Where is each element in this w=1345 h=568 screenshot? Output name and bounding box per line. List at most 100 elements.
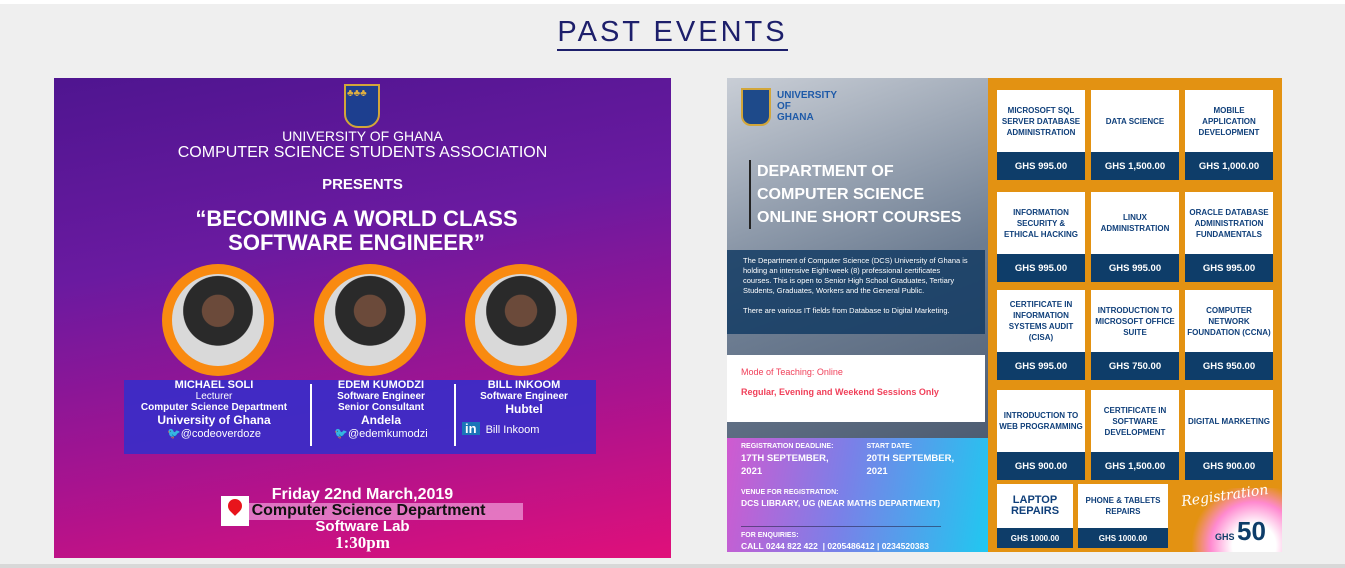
course-name: CERTIFICATE IN INFORMATION SYSTEMS AUDIT… — [1008, 300, 1074, 342]
twitter-icon: 🐦 — [334, 428, 349, 440]
course-price: GHS 1,000.00 — [1185, 152, 1273, 180]
course-price: GHS 995.00 — [997, 352, 1085, 380]
venue-label: VENUE FOR REGISTRATION: — [741, 489, 839, 496]
course-heading: DEPARTMENT OF COMPUTER SCIENCE ONLINE SH… — [749, 160, 961, 229]
course-name: DIGITAL MARKETING — [1188, 416, 1270, 426]
handle-text: @codeoverdoze — [180, 428, 261, 440]
speaker-role: Lecturer — [195, 391, 233, 402]
ug-crest-logo — [344, 84, 380, 128]
course-name: COMPUTER NETWORK FOUNDATION (CCNA) — [1187, 305, 1271, 337]
course-card: MICROSOFT SQL SERVER DATABASE ADMINISTRA… — [997, 90, 1085, 180]
start-label: START DATE: — [866, 443, 913, 450]
speaker-1: MICHAEL SOLI Lecturer Computer Science D… — [136, 380, 292, 440]
speaker-2: EDEM KUMODZI Software Engineer Senior Co… — [306, 380, 456, 440]
heading-line: DEPARTMENT OF — [757, 163, 894, 180]
speaker-photo-1 — [162, 264, 274, 376]
registration-fee-badge: Registration GHS 50 — [1180, 482, 1282, 552]
registration-info: REGISTRATION DEADLINE: 17TH SEPTEMBER, 20… — [727, 438, 988, 552]
description-box: The Department of Computer Science (DCS)… — [727, 250, 985, 334]
linkedin-handle: in Bill Inkoom — [454, 422, 594, 436]
event-poster-world-class-engineer[interactable]: UNIVERSITY OF GHANA COMPUTER SCIENCE STU… — [54, 78, 671, 558]
org-line-1: UNIVERSITY OF GHANA — [282, 128, 443, 144]
speaker-3: BILL INKOOM Software Engineer Hubtel in B… — [454, 380, 594, 436]
course-name: INTRODUCTION TO WEB PROGRAMMING — [999, 411, 1083, 431]
event-poster-online-short-courses[interactable]: UNIVERSITY OF GHANA DEPARTMENT OF COMPUT… — [727, 78, 1282, 552]
twitter-handle: 🐦@codeoverdoze — [136, 429, 292, 440]
org-line-2: COMPUTER SCIENCE STUDENTS ASSOCIATION — [177, 144, 548, 161]
course-name: MICROSOFT SQL SERVER DATABASE ADMINISTRA… — [1001, 105, 1081, 137]
handle-text: @edemkumodzi — [348, 428, 428, 440]
course-name: PHONE & TABLETS REPAIRS — [1085, 496, 1161, 516]
page-title-text: PAST EVENTS — [557, 16, 788, 51]
speaker-dept: Computer Science Department — [140, 402, 288, 413]
university-name: UNIVERSITY OF GHANA — [777, 90, 837, 123]
course-price: GHS 1,500.00 — [1091, 152, 1179, 180]
course-name: DATA SCIENCE — [1105, 116, 1165, 126]
course-card: PHONE & TABLETS REPAIRS GHS 1000.00 — [1078, 484, 1168, 548]
bottom-border — [0, 564, 1345, 568]
top-border — [0, 0, 1345, 4]
venue-value: DCS LIBRARY, UG (NEAR MATHS DEPARTMENT) — [741, 498, 941, 508]
speaker-role-2: Senior Consultant — [337, 402, 425, 413]
course-name: CERTIFICATE IN SOFTWARE DEVELOPMENT — [1103, 405, 1167, 437]
course-card: LINUX ADMINISTRATION GHS 995.00 — [1091, 192, 1179, 282]
course-card: DATA SCIENCE GHS 1,500.00 — [1091, 90, 1179, 180]
course-name: LAPTOP REPAIRS — [1010, 494, 1060, 517]
course-card: INTRODUCTION TO MICROSOFT OFFICE SUITE GH… — [1091, 290, 1179, 380]
speaker-org: Andela — [360, 413, 401, 427]
course-name: MOBILE APPLICATION DEVELOPMENT — [1198, 105, 1260, 137]
course-card: LAPTOP REPAIRS GHS 1000.00 — [997, 484, 1073, 548]
description-text: The Department of Computer Science (DCS)… — [743, 256, 968, 295]
ug-crest-logo — [741, 88, 771, 126]
course-name: INFORMATION SECURITY & ETHICAL HACKING — [1003, 207, 1079, 239]
course-price: GHS 1,500.00 — [1091, 452, 1179, 480]
speaker-name: EDEM KUMODZI — [337, 379, 425, 391]
teaching-mode-box: Mode of Teaching: Online Regular, Evenin… — [727, 355, 985, 422]
speaker-photo-3 — [465, 264, 577, 376]
fee-amount: 50 — [1237, 516, 1266, 546]
teaching-mode: Mode of Teaching: Online — [741, 367, 843, 377]
handle-text: Bill Inkoom — [485, 424, 540, 436]
course-price: GHS 995.00 — [997, 254, 1085, 282]
course-name: INTRODUCTION TO MICROSOFT OFFICE SUITE — [1095, 305, 1175, 337]
course-price: GHS 995.00 — [997, 152, 1085, 180]
course-grid: MICROSOFT SQL SERVER DATABASE ADMINISTRA… — [997, 78, 1282, 552]
course-card: DIGITAL MARKETING GHS 900.00 — [1185, 390, 1273, 480]
heading-line: ONLINE SHORT COURSES — [757, 209, 962, 226]
fee-currency: GHS — [1215, 532, 1235, 542]
course-card: MOBILE APPLICATION DEVELOPMENT GHS 1,000.… — [1185, 90, 1273, 180]
presents-label: PRESENTS — [322, 176, 403, 193]
sessions-text: Regular, Evening and Weekend Sessions On… — [741, 387, 939, 397]
speaker-role: Software Engineer — [337, 391, 425, 402]
speaker-org: Hubtel — [505, 402, 543, 416]
event-title-line-1: “BECOMING A WORLD CLASS — [195, 206, 518, 231]
course-card: CERTIFICATE IN SOFTWARE DEVELOPMENT GHS 1… — [1091, 390, 1179, 480]
course-price: GHS 950.00 — [1185, 352, 1273, 380]
course-card: ORACLE DATABASE ADMINISTRATION FUNDAMENT… — [1185, 192, 1273, 282]
deadline-value: 17TH SEPTEMBER, 2021 — [741, 453, 829, 477]
course-card: CERTIFICATE IN INFORMATION SYSTEMS AUDIT… — [997, 290, 1085, 380]
speaker-name: BILL INKOOM — [487, 379, 561, 391]
enquiries-phones: CALL 0244 822 422 | 0205486412 | 0234520… — [741, 541, 929, 551]
heading-line: COMPUTER SCIENCE — [757, 186, 925, 203]
speaker-name: MICHAEL SOLI — [174, 379, 254, 391]
course-price: GHS 995.00 — [1091, 254, 1179, 282]
course-price: GHS 750.00 — [1091, 352, 1179, 380]
start-value: 20TH SEPTEMBER, 2021 — [866, 453, 955, 477]
course-name: LINUX ADMINISTRATION — [1100, 213, 1170, 233]
speaker-role: Software Engineer — [480, 391, 568, 402]
event-time: 1:30pm — [335, 533, 390, 552]
course-price: GHS 900.00 — [997, 452, 1085, 480]
course-price: GHS 1000.00 — [1078, 528, 1168, 548]
speaker-photo-2 — [314, 264, 426, 376]
description-text-2: There are various IT fields from Databas… — [743, 306, 950, 315]
page-title: PAST EVENTS — [0, 16, 1345, 51]
course-price: GHS 900.00 — [1185, 452, 1273, 480]
twitter-icon: 🐦 — [167, 428, 181, 440]
course-name: ORACLE DATABASE ADMINISTRATION FUNDAMENT… — [1189, 207, 1269, 239]
linkedin-icon: in — [462, 422, 480, 435]
deadline-label: REGISTRATION DEADLINE: — [741, 443, 834, 450]
course-card: COMPUTER NETWORK FOUNDATION (CCNA) GHS 95… — [1185, 290, 1273, 380]
course-price: GHS 1000.00 — [997, 528, 1073, 548]
enquiries-label: FOR ENQUIRIES: — [741, 526, 941, 541]
